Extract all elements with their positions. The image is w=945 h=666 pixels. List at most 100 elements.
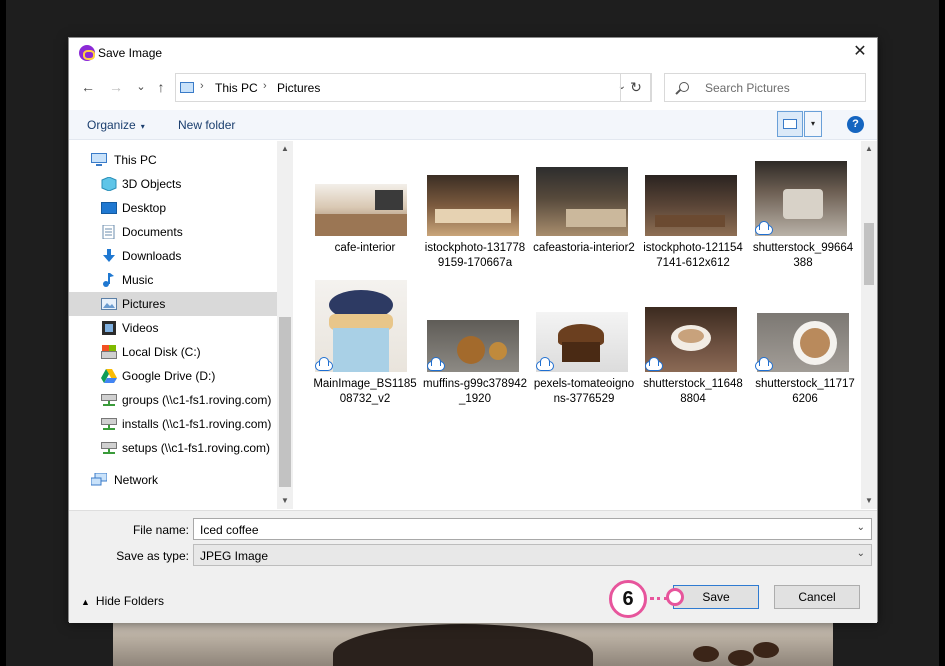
sidebar-item-documents[interactable]: Documents [69, 220, 277, 244]
thumbnail-cafe-interior [315, 184, 407, 236]
cloud-sync-icon [753, 357, 773, 371]
file-name: pexels-tomateoignons-3776529 [533, 378, 635, 405]
sidebar-item-this-pc[interactable]: This PC [69, 148, 277, 172]
file-name: shutterstock_99664388 [752, 242, 854, 269]
file-name: muffins-g99c378942_1920 [423, 378, 527, 405]
save-as-type-label: Save as type: [116, 549, 189, 563]
organize-label: Organize [87, 118, 136, 132]
sidebar-item-desktop[interactable]: Desktop [69, 196, 277, 220]
file-tile[interactable]: pexels-tomateoignons-3776529 [532, 275, 636, 415]
coffee-bean [728, 650, 754, 666]
forward-arrow-icon[interactable]: → [107, 78, 125, 96]
video-icon [101, 321, 117, 335]
file-name: cafeastoria-interior2 [533, 242, 635, 254]
breadcrumb-pictures[interactable]: Pictures [277, 81, 320, 95]
sidebar-item-local-disk[interactable]: Local Disk (C:) [69, 340, 277, 364]
caret-up-icon: ▲ [81, 597, 90, 607]
sidebar-item-label: Downloads [122, 249, 182, 263]
sidebar-item-label: Documents [122, 225, 183, 239]
sidebar-item-music[interactable]: Music [69, 268, 277, 292]
cloud-sync-icon [313, 357, 333, 371]
sidebar-item-groups[interactable]: groups (\\c1-fs1.roving.com) [69, 388, 277, 412]
sidebar-item-videos[interactable]: Videos [69, 316, 277, 340]
sidebar-item-label: installs (\\c1-fs1.roving.com) [122, 417, 272, 431]
help-icon[interactable]: ? [847, 116, 864, 133]
save-image-dialog: Save Image ✕ ← → ⌄ ↑ › This PC › Picture… [68, 37, 878, 623]
sidebar-item-label: groups (\\c1-fs1.roving.com) [122, 393, 272, 407]
refresh-icon[interactable]: ↻ [620, 73, 652, 102]
file-name: istockphoto-1317789159-170667a [424, 242, 526, 269]
sidebar-item-installs[interactable]: installs (\\c1-fs1.roving.com) [69, 412, 277, 436]
cancel-button[interactable]: Cancel [774, 585, 860, 609]
dialog-title: Save Image [98, 46, 163, 60]
scrollbar-thumb[interactable] [864, 223, 874, 285]
view-icon [783, 119, 797, 129]
file-tile[interactable]: istockphoto-1317789159-170667a [423, 141, 527, 271]
scroll-down-icon[interactable]: ▼ [861, 493, 877, 509]
sidebar-item-pictures[interactable]: Pictures [69, 292, 277, 316]
hide-folders-label: Hide Folders [95, 594, 164, 608]
back-arrow-icon[interactable]: ← [79, 78, 97, 96]
breadcrumb-separator[interactable]: › [263, 80, 267, 92]
file-tile[interactable]: shutterstock_99664388 [751, 141, 855, 271]
scrollbar-thumb[interactable] [279, 317, 291, 487]
change-view-button[interactable] [777, 111, 803, 137]
close-button[interactable]: ✕ [843, 38, 877, 66]
command-bar: Organize ▾ New folder ▾ ? [69, 110, 877, 140]
sidebar-item-downloads[interactable]: Downloads [69, 244, 277, 268]
view-options-dropdown[interactable]: ▾ [804, 111, 822, 137]
file-name-field[interactable]: Iced coffee ⌄ [193, 518, 872, 540]
sidebar-item-label: 3D Objects [122, 177, 182, 191]
organize-button[interactable]: Organize ▾ [87, 118, 145, 132]
documents-icon [101, 224, 117, 240]
app-icon [79, 45, 95, 61]
sidebar-item-label: Desktop [122, 201, 167, 215]
cloud-sync-icon [534, 357, 554, 371]
coffee-bean [753, 642, 779, 658]
search-icon [679, 82, 689, 92]
scroll-down-icon[interactable]: ▼ [277, 493, 293, 509]
up-arrow-icon[interactable]: ↑ [152, 78, 170, 96]
navigation-bar: ← → ⌄ ↑ › This PC › Pictures ⌄ ↻ Search … [69, 72, 877, 104]
hide-folders-button[interactable]: ▲ Hide Folders [81, 594, 164, 608]
file-tile[interactable]: muffins-g99c378942_1920 [423, 275, 527, 415]
save-as-type-value: JPEG Image [200, 549, 269, 563]
thumbnail-istockphoto-1317789159 [427, 175, 519, 236]
file-tile[interactable]: cafeastoria-interior2 [532, 141, 636, 271]
address-bar[interactable]: › This PC › Pictures ⌄ [175, 73, 651, 102]
sidebar-item-3d-objects[interactable]: 3D Objects [69, 172, 277, 196]
sidebar-item-setups[interactable]: setups (\\c1-fs1.roving.com) [69, 436, 277, 460]
file-name: istockphoto-1211547141-612x612 [643, 242, 743, 269]
search-input[interactable]: Search Pictures [664, 73, 866, 102]
save-button[interactable]: Save [673, 585, 759, 609]
scroll-up-icon[interactable]: ▲ [861, 141, 877, 157]
navigation-pane: This PC 3D Objects Desktop Documents Dow… [69, 141, 293, 509]
screen-border-left [0, 0, 6, 666]
recent-locations-chevron-icon[interactable]: ⌄ [132, 78, 150, 96]
computer-icon [91, 153, 107, 167]
sidebar-item-google-drive[interactable]: Google Drive (D:) [69, 364, 277, 388]
sidebar-item-label: Google Drive (D:) [122, 369, 216, 383]
file-list-scrollbar[interactable]: ▲ ▼ [861, 141, 877, 509]
scroll-up-icon[interactable]: ▲ [277, 141, 293, 157]
navigation-pane-scrollbar[interactable]: ▲ ▼ [277, 141, 293, 509]
breadcrumb-separator[interactable]: › [200, 80, 204, 92]
organize-arrow-icon: ▾ [140, 122, 145, 131]
breadcrumb-this-pc[interactable]: This PC [215, 81, 258, 95]
sidebar-item-label: Network [114, 473, 159, 487]
chevron-down-icon[interactable]: ⌄ [857, 522, 865, 533]
sidebar-item-network[interactable]: Network [69, 468, 277, 492]
file-tile[interactable]: istockphoto-1211547141-612x612 [641, 141, 745, 271]
file-name-value: Iced coffee [200, 523, 259, 537]
sidebar-item-label: Local Disk (C:) [122, 345, 201, 359]
drive-icon [101, 345, 117, 359]
cloud-sync-icon [753, 221, 773, 235]
file-tile[interactable]: cafe-interior [313, 141, 417, 271]
this-pc-icon [180, 82, 194, 93]
file-tile[interactable]: shutterstock_116488804 [641, 275, 745, 415]
file-tile[interactable]: MainImage_BS118508732_v2 [313, 275, 417, 415]
save-as-type-select[interactable]: JPEG Image ⌄ [193, 544, 872, 566]
new-folder-button[interactable]: New folder [178, 118, 235, 132]
network-icon [90, 472, 108, 487]
file-tile[interactable]: shutterstock_117176206 [753, 275, 857, 415]
